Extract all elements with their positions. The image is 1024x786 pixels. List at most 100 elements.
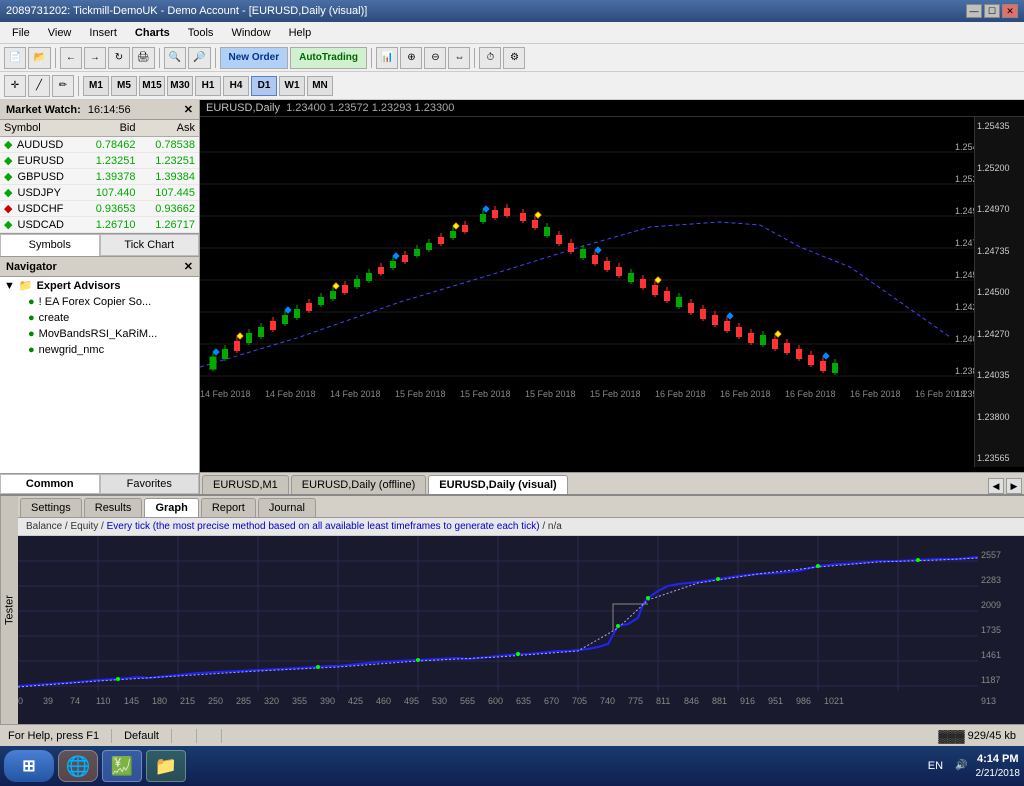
autotrading-btn[interactable]: AutoTrading xyxy=(290,47,367,69)
menu-insert[interactable]: Insert xyxy=(81,25,125,41)
scroll-btn[interactable]: ⇔ xyxy=(448,47,470,69)
menu-view[interactable]: View xyxy=(40,25,80,41)
tf-m30[interactable]: M30 xyxy=(167,76,193,96)
nav-item-2[interactable]: ● create xyxy=(0,310,199,326)
taskbar: ⊞ 🌐 💹 📁 EN 🔊 4:14 PM 2/21/2018 xyxy=(0,746,1024,786)
tf-w1[interactable]: W1 xyxy=(279,76,305,96)
chart-prev-btn[interactable]: ◀ xyxy=(988,478,1004,494)
print-btn[interactable]: 🖨 xyxy=(132,47,155,69)
refresh-btn[interactable]: ↻ xyxy=(108,47,130,69)
nav-item-label-4: newgrid_nmc xyxy=(39,344,104,356)
symbol-dot: ◆ xyxy=(4,171,12,183)
market-watch-row[interactable]: ◆ USDCAD 1.26710 1.26717 xyxy=(0,217,199,233)
chart-container[interactable]: EURUSD,Daily 1.23400 1.23572 1.23293 1.2… xyxy=(200,100,1024,472)
market-watch-close[interactable]: ✕ xyxy=(184,103,193,116)
market-watch-row[interactable]: ◆ USDCHF 0.93653 0.93662 xyxy=(0,201,199,217)
maximize-button[interactable]: ☐ xyxy=(984,4,1000,18)
symbol-cell: ◆ USDCHF xyxy=(0,201,80,217)
new-order-btn[interactable]: New Order xyxy=(220,47,289,69)
menu-help[interactable]: Help xyxy=(281,25,320,41)
tester-tab-journal[interactable]: Journal xyxy=(258,498,316,517)
tester-tab-report[interactable]: Report xyxy=(201,498,256,517)
zoom-btn3[interactable]: ⊖ xyxy=(424,47,446,69)
menu-window[interactable]: Window xyxy=(223,25,278,41)
market-watch-row[interactable]: ◆ USDJPY 107.440 107.445 xyxy=(0,185,199,201)
menu-tools[interactable]: Tools xyxy=(180,25,222,41)
line-btn[interactable]: ╱ xyxy=(28,75,50,97)
svg-text:2557: 2557 xyxy=(981,550,1001,560)
folder-icon: 📁 xyxy=(19,279,33,292)
market-watch-row[interactable]: ◆ AUDUSD 0.78462 0.78538 xyxy=(0,137,199,153)
nav-item-4[interactable]: ● newgrid_nmc xyxy=(0,342,199,358)
zoom-btn2[interactable]: ⊕ xyxy=(400,47,422,69)
symbol-cell: ◆ AUDUSD xyxy=(0,137,80,153)
svg-text:530: 530 xyxy=(432,696,447,706)
tf-m1[interactable]: M1 xyxy=(83,76,109,96)
chart-type-btn[interactable]: 📊 xyxy=(376,47,398,69)
zoom-out-btn[interactable]: 🔎 xyxy=(188,47,210,69)
start-button[interactable]: ⊞ xyxy=(4,750,54,782)
nav-ea-label: Expert Advisors xyxy=(37,280,121,292)
close-button[interactable]: ✕ xyxy=(1002,4,1018,18)
forward-btn[interactable]: → xyxy=(84,47,106,69)
svg-text:16 Feb 2018: 16 Feb 2018 xyxy=(785,389,836,399)
market-watch-row[interactable]: ◆ GBPUSD 1.39378 1.39384 xyxy=(0,169,199,185)
settings-btn[interactable]: ⚙ xyxy=(503,47,525,69)
nav-tab-favorites[interactable]: Favorites xyxy=(100,474,200,494)
minimize-button[interactable]: — xyxy=(966,4,982,18)
tester-tab-settings[interactable]: Settings xyxy=(20,498,82,517)
tf-h1[interactable]: H1 xyxy=(195,76,221,96)
navigator-close[interactable]: ✕ xyxy=(184,260,193,273)
tf-mn[interactable]: MN xyxy=(307,76,333,96)
timer-btn[interactable]: ⏱ xyxy=(479,47,501,69)
taskbar-app-mt4[interactable]: 💹 xyxy=(102,750,142,782)
svg-text:1187: 1187 xyxy=(981,675,1000,685)
chart-next-btn[interactable]: ▶ xyxy=(1006,478,1022,494)
titlebar-title: 2089731202: Tickmill-DemoUK - Demo Accou… xyxy=(6,5,367,17)
nav-group-ea[interactable]: ▼ 📁 Expert Advisors xyxy=(0,277,199,294)
svg-text:881: 881 xyxy=(712,696,727,706)
tf-m5[interactable]: M5 xyxy=(111,76,137,96)
menu-charts[interactable]: Charts xyxy=(127,25,178,41)
chart-tab-daily-offline[interactable]: EURUSD,Daily (offline) xyxy=(291,475,427,494)
svg-text:670: 670 xyxy=(544,696,559,706)
back-btn[interactable]: ← xyxy=(60,47,82,69)
tick-chart-btn[interactable]: Tick Chart xyxy=(100,234,200,256)
svg-text:775: 775 xyxy=(628,696,643,706)
draw-btn[interactable]: ✏ xyxy=(52,75,74,97)
nav-item-1[interactable]: ● ! EA Forex Copier So... xyxy=(0,294,199,310)
nav-item-3[interactable]: ● MovBandsRSI_KaRiM... xyxy=(0,326,199,342)
taskbar-right: EN 🔊 4:14 PM 2/21/2018 xyxy=(928,752,1020,779)
toolbar1: 📄 📂 ← → ↻ 🖨 🔍 🔎 New Order AutoTrading 📊 … xyxy=(0,44,1024,72)
col-symbol: Symbol xyxy=(0,120,80,137)
svg-text:635: 635 xyxy=(516,696,531,706)
taskbar-app-folder[interactable]: 📁 xyxy=(146,750,186,782)
open-btn[interactable]: 📂 xyxy=(28,47,50,69)
symbols-btn[interactable]: Symbols xyxy=(0,234,100,256)
default-label: Default xyxy=(124,730,159,742)
tf-h4[interactable]: H4 xyxy=(223,76,249,96)
taskbar-app-browser[interactable]: 🌐 xyxy=(58,750,98,782)
new-btn[interactable]: 📄 xyxy=(4,47,26,69)
mt4-icon: 💹 xyxy=(111,756,133,777)
menu-file[interactable]: File xyxy=(4,25,38,41)
tester-tab-graph[interactable]: Graph xyxy=(144,498,198,517)
chart-tab-daily-visual[interactable]: EURUSD,Daily (visual) xyxy=(428,475,567,494)
nav-tab-common[interactable]: Common xyxy=(0,474,100,494)
svg-text:180: 180 xyxy=(152,696,167,706)
zoom-in-btn[interactable]: 🔍 xyxy=(164,47,186,69)
tf-m15[interactable]: M15 xyxy=(139,76,165,96)
col-ask: Ask xyxy=(140,120,200,137)
crosshair-btn[interactable]: ✛ xyxy=(4,75,26,97)
bid-cell: 107.440 xyxy=(80,185,140,201)
nav-item-icon2: ● xyxy=(28,312,35,324)
chart-tab-m1[interactable]: EURUSD,M1 xyxy=(202,475,289,494)
tester-outer: Tester Settings Results Graph Report Jou… xyxy=(0,494,1024,724)
chart-canvas: 1.25435 1.25200 1.24970 1.24735 1.24500 … xyxy=(200,117,1024,467)
market-watch-title: Market Watch: 16:14:56 xyxy=(6,104,131,116)
nav-item-icon4: ● xyxy=(28,344,35,356)
tf-d1[interactable]: D1 xyxy=(251,76,277,96)
navigator-title: Navigator xyxy=(6,261,57,273)
market-watch-row[interactable]: ◆ EURUSD 1.23251 1.23251 xyxy=(0,153,199,169)
tester-tab-results[interactable]: Results xyxy=(84,498,143,517)
